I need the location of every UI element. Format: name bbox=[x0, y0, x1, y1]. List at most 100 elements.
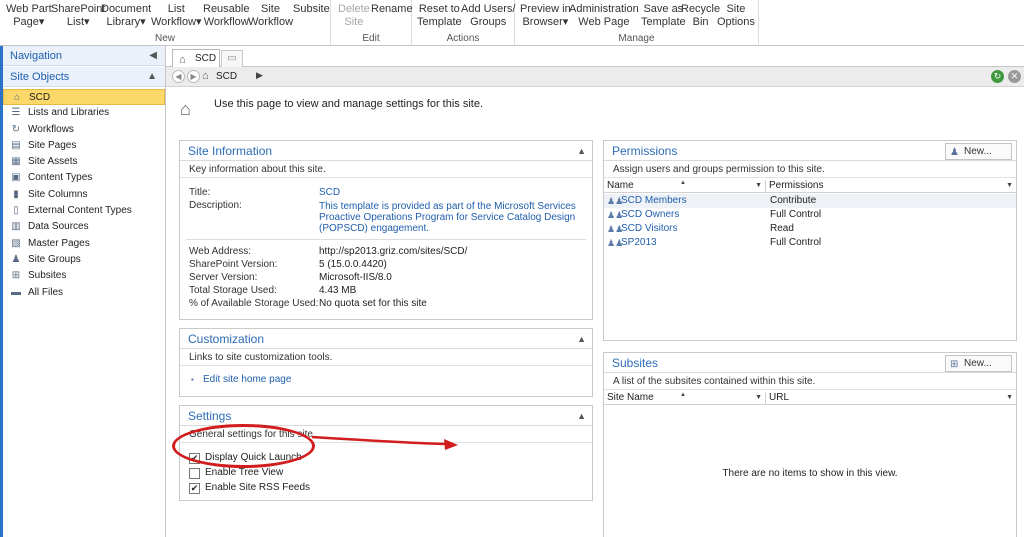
panel-title[interactable]: Settings ▲ bbox=[180, 406, 592, 426]
sidebar-item-site-groups[interactable]: ♟ Site Groups bbox=[3, 252, 165, 268]
sidebar-item-subsites[interactable]: ⊞ Subsites bbox=[3, 268, 165, 284]
document-library-button[interactable]: Document Library▾ bbox=[101, 3, 151, 29]
site-options-button[interactable]: Site Options bbox=[717, 3, 755, 29]
home-icon: ⌂ bbox=[13, 92, 21, 103]
rename-button[interactable]: Rename bbox=[371, 3, 413, 16]
url-column-header[interactable]: URL ▼ bbox=[766, 392, 1016, 405]
sidebar-item-all-files[interactable]: ▬ All Files bbox=[3, 285, 165, 301]
new-permission-button[interactable]: ♟ New... bbox=[945, 143, 1012, 160]
checkbox[interactable] bbox=[189, 468, 200, 479]
subsites-panel: Subsites ⊞ New... A list of the subsites … bbox=[603, 352, 1017, 537]
sidebar-item-workflows[interactable]: ↻ Workflows bbox=[3, 122, 165, 138]
sidebar-item-label: Workflows bbox=[28, 123, 74, 135]
panel-title[interactable]: Customization ▲ bbox=[180, 329, 592, 349]
site-name-column-header[interactable]: Site Name ▲ ▼ bbox=[604, 392, 766, 405]
table-row[interactable]: ♟♟ SCD Visitors Read bbox=[604, 222, 1016, 236]
panel-title[interactable]: Site Information ▲ bbox=[180, 141, 592, 161]
permissions-column-headers: Name ▲ ▼ Permissions ▼ bbox=[604, 180, 1016, 193]
permission-name[interactable]: SCD Visitors bbox=[621, 222, 678, 236]
collapse-up-icon[interactable]: ▲ bbox=[147, 67, 157, 87]
recycle-bin-button[interactable]: Recycle Bin bbox=[681, 3, 720, 29]
breadcrumb-site[interactable]: SCD bbox=[216, 71, 237, 82]
back-icon[interactable]: ◀ bbox=[172, 70, 185, 83]
save-as-template-button[interactable]: Save as Template bbox=[641, 3, 686, 29]
new-tab-button[interactable]: ▭ bbox=[221, 50, 243, 67]
sidebar-item-site-columns[interactable]: ▮ Site Columns bbox=[3, 187, 165, 203]
checkbox-label[interactable]: Enable Tree View bbox=[205, 467, 283, 479]
tab-bar: ⌂ SCD ▭ bbox=[166, 46, 1024, 67]
ribbon-group-label: Edit bbox=[362, 33, 380, 44]
sidebar-item-site-assets[interactable]: ▦ Site Assets bbox=[3, 154, 165, 170]
panel-title[interactable]: Permissions ♟ New... bbox=[604, 141, 1016, 161]
site-workflow-button[interactable]: Site Workflow bbox=[248, 3, 293, 29]
preview-in-browser-button[interactable]: Preview in Browser▾ bbox=[520, 3, 571, 29]
collapse-up-icon[interactable]: ▲ bbox=[577, 406, 586, 426]
description-value[interactable]: (POPSCD) engagement. bbox=[319, 223, 429, 235]
permissions-column-header[interactable]: Permissions ▼ bbox=[766, 180, 1016, 193]
tab-scd[interactable]: ⌂ SCD bbox=[172, 49, 220, 67]
breadcrumb-arrow-icon[interactable]: ▶ bbox=[256, 70, 263, 81]
forward-icon[interactable]: ▶ bbox=[187, 70, 200, 83]
sidebar-item-label: Site Columns bbox=[28, 188, 88, 200]
subsite-button[interactable]: Subsite bbox=[293, 3, 330, 16]
sidebar-item-scd[interactable]: ⌂ SCD bbox=[3, 89, 165, 106]
permission-level: Full Control bbox=[770, 209, 822, 220]
table-row[interactable]: ♟♟ SCD Members Contribute bbox=[604, 194, 1016, 208]
close-icon[interactable]: ✕ bbox=[1008, 70, 1021, 83]
site-objects-list: ⌂ SCD ☰ Lists and Libraries ↻ Workflows ▤ Site … bbox=[3, 89, 165, 301]
add-users-groups-button[interactable]: Add Users/Groups bbox=[461, 3, 515, 29]
subsites-column-headers: Site Name ▲ ▼ URL ▼ bbox=[604, 392, 1016, 405]
checkbox-label[interactable]: Enable Site RSS Feeds bbox=[205, 482, 310, 494]
sidebar-item-content-types[interactable]: ▣ Content Types bbox=[3, 170, 165, 186]
sidebar-item-site-pages[interactable]: ▤ Site Pages bbox=[3, 138, 165, 154]
collapse-up-icon[interactable]: ▲ bbox=[577, 329, 586, 349]
sharepoint-list-button[interactable]: SharePoint List▾ bbox=[51, 3, 105, 29]
delete-site-button[interactable]: Delete Site bbox=[338, 3, 370, 29]
new-tab-icon: ▭ bbox=[227, 53, 237, 64]
site-title-value[interactable]: SCD bbox=[319, 187, 340, 199]
panel-description: Key information about this site. bbox=[180, 161, 592, 178]
checkbox[interactable]: ✔ bbox=[189, 483, 200, 494]
web-part-page-button[interactable]: Web Part Page▾ bbox=[6, 3, 52, 29]
sidebar-item-label: SCD bbox=[29, 92, 51, 103]
collapse-up-icon[interactable]: ▲ bbox=[577, 141, 586, 161]
navigation-header[interactable]: Navigation ◀ bbox=[3, 46, 165, 66]
permission-name[interactable]: SCD Members bbox=[621, 194, 687, 208]
ribbon-group-actions: Reset to Template Add Users/Groups Action… bbox=[412, 0, 515, 46]
content-types-icon: ▣ bbox=[11, 172, 21, 184]
reset-to-template-button[interactable]: Reset to Template bbox=[417, 3, 462, 29]
pages-icon: ▤ bbox=[11, 139, 21, 151]
sidebar-item-label: Site Groups bbox=[28, 253, 81, 265]
sidebar-item-lists-and-libraries[interactable]: ☰ Lists and Libraries bbox=[3, 105, 165, 121]
administration-web-page-button[interactable]: Administration Web Page bbox=[569, 3, 639, 29]
refresh-icon[interactable]: ↻ bbox=[991, 70, 1004, 83]
site-objects-header[interactable]: Site Objects ▲ bbox=[3, 67, 165, 87]
site-home-icon: ⌂ bbox=[180, 99, 191, 119]
customization-panel: Customization ▲ Links to site customizat… bbox=[179, 328, 593, 397]
name-column-header[interactable]: Name ▲ ▼ bbox=[604, 180, 766, 193]
new-subsite-button[interactable]: ⊞ New... bbox=[945, 355, 1012, 372]
permission-name[interactable]: SP2013 bbox=[621, 236, 657, 250]
panel-title[interactable]: Subsites ⊞ New... bbox=[604, 353, 1016, 373]
sidebar-item-external-content-types[interactable]: ▯ External Content Types bbox=[3, 203, 165, 219]
permission-level: Contribute bbox=[770, 195, 817, 206]
field-label: Web Address: bbox=[189, 246, 252, 257]
chevron-down-icon[interactable]: ▼ bbox=[755, 392, 762, 404]
chevron-down-icon[interactable]: ▼ bbox=[1006, 392, 1013, 404]
sidebar-item-label: Site Assets bbox=[28, 156, 78, 168]
chevron-down-icon[interactable]: ▼ bbox=[1006, 180, 1013, 192]
panel-description: A list of the subsites contained within … bbox=[604, 373, 1016, 390]
sidebar-item-data-sources[interactable]: ▥ Data Sources bbox=[3, 219, 165, 235]
list-workflow-button[interactable]: List Workflow▾ bbox=[151, 3, 202, 29]
reusable-workflow-button[interactable]: Reusable Workflow bbox=[203, 3, 249, 29]
edit-site-home-page-link[interactable]: Edit site home page bbox=[203, 374, 291, 386]
chevron-down-icon[interactable]: ▼ bbox=[755, 180, 762, 192]
collapse-left-icon[interactable]: ◀ bbox=[149, 46, 157, 66]
table-row[interactable]: ♟♟ SP2013 Full Control bbox=[604, 236, 1016, 250]
sidebar-item-label: Content Types bbox=[28, 172, 93, 184]
sidebar-item-master-pages[interactable]: ▧ Master Pages bbox=[3, 236, 165, 252]
navigation-pane: Navigation ◀ Site Objects ▲ ⌂ SCD ☰ Lists a… bbox=[0, 46, 166, 537]
table-row[interactable]: ♟♟ SCD Owners Full Control bbox=[604, 208, 1016, 222]
sidebar-item-label: External Content Types bbox=[28, 205, 132, 217]
permission-name[interactable]: SCD Owners bbox=[621, 208, 679, 222]
